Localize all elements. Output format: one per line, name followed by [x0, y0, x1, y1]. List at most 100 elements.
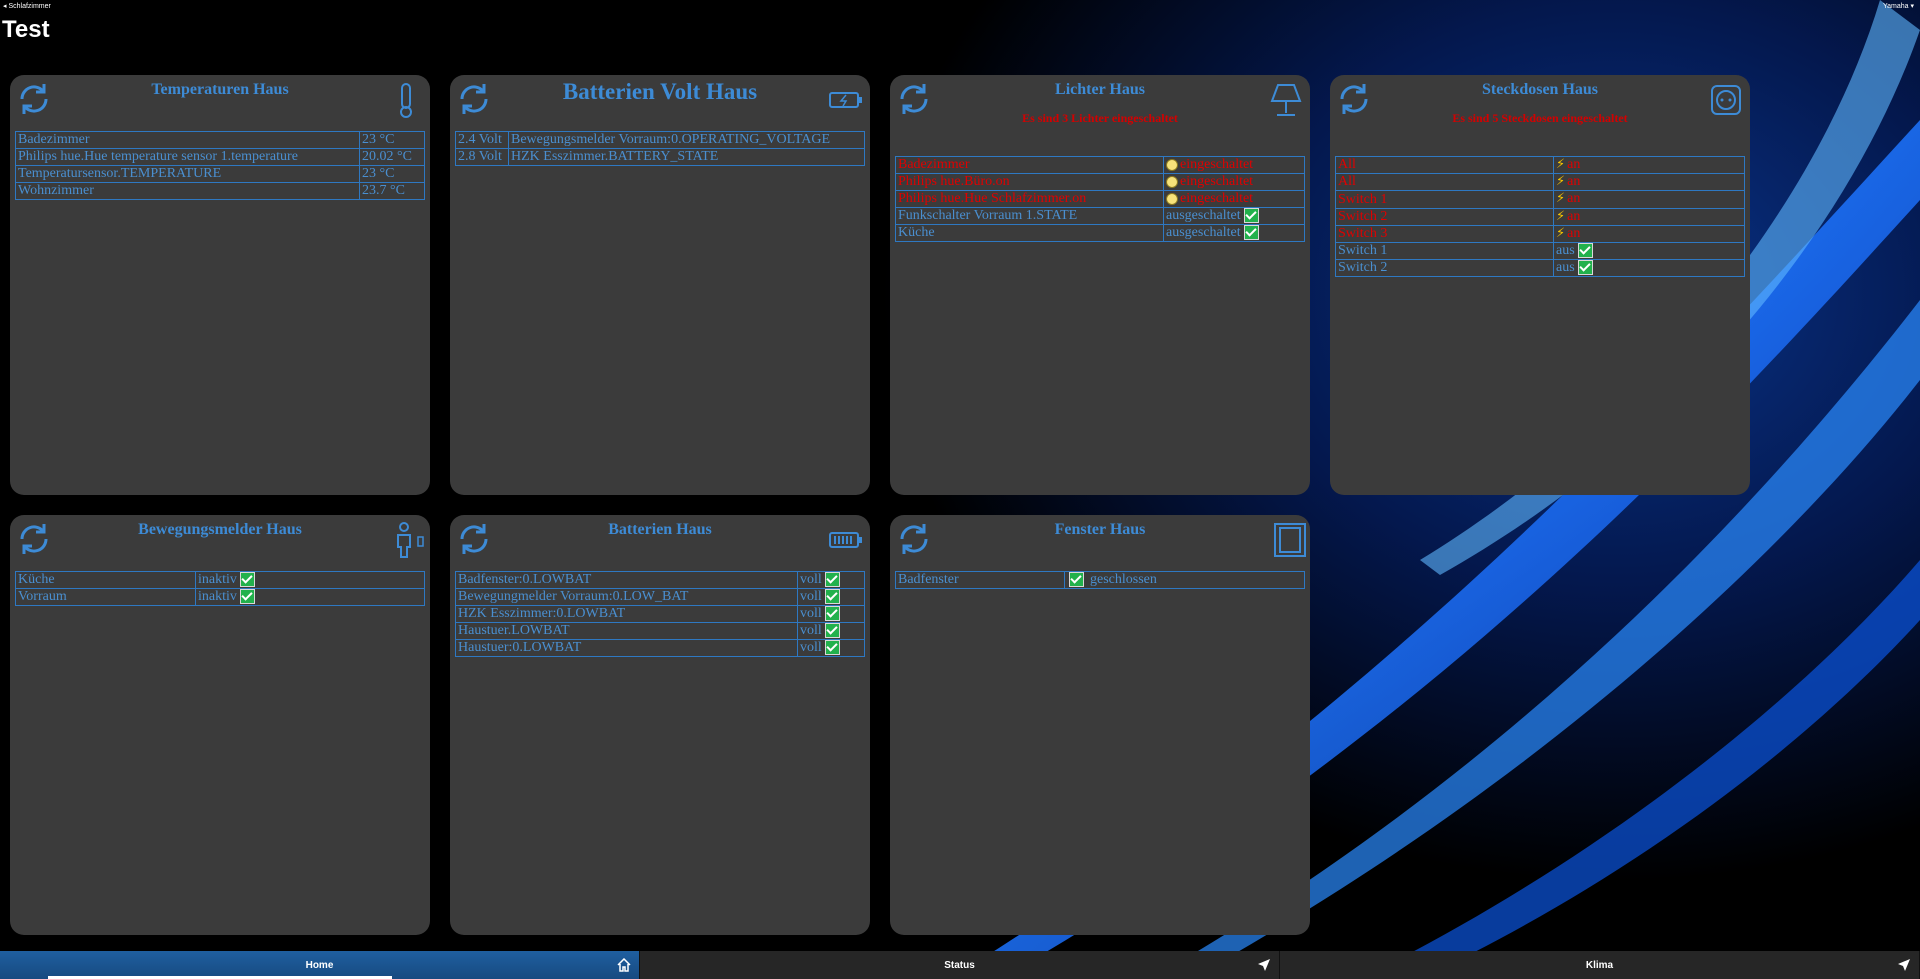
card-title: Batterien Haus: [608, 521, 712, 538]
temperature-value: 23 °C: [359, 131, 425, 149]
light-name: Philips hue.Büro.on: [895, 173, 1164, 191]
checkmark-icon: [824, 640, 840, 656]
table-row: Badezimmer 23 °C: [15, 131, 425, 149]
sensor-name: Wohnzimmer: [15, 182, 360, 200]
nav-tab-status[interactable]: Status: [640, 951, 1280, 979]
motion-sensor-table: Küche inaktiv Vorraum inaktiv: [15, 571, 425, 606]
lamp-icon: [1270, 84, 1302, 116]
state-label: voll: [800, 640, 822, 655]
light-state[interactable]: ausgeschaltet: [1163, 224, 1305, 242]
socket-name: All: [1335, 155, 1554, 175]
sensor-state: inaktiv: [195, 588, 425, 606]
checkmark-icon: [239, 572, 255, 588]
table-row: HZK Esszimmer:0.LOWBAT voll: [455, 605, 865, 623]
motion-sensor-card: Bewegungsmelder Haus Küche inaktiv Vorrau…: [10, 515, 430, 935]
state-label: an: [1567, 208, 1581, 224]
table-row: Badfenster geschlossen: [895, 571, 1305, 589]
nav-tab-klima[interactable]: Klima: [1280, 951, 1920, 979]
state-label: aus: [1556, 260, 1575, 276]
card-title: Batterien Volt Haus: [562, 79, 758, 104]
state-label: voll: [800, 623, 822, 638]
socket-state[interactable]: ⚡ an: [1553, 190, 1745, 209]
table-row: All ⚡ an: [1335, 173, 1745, 192]
voltage-value: 2.8 Volt: [455, 148, 509, 166]
socket-name: Switch 1: [1335, 190, 1554, 209]
temperature-card: Temperaturen Haus Badezimmer 23 °C Philip…: [10, 75, 430, 495]
socket-name: Switch 3: [1335, 224, 1554, 244]
lightning-icon: ⚡: [1556, 174, 1566, 190]
state-label: eingeschaltet: [1180, 191, 1254, 206]
device-name: Bewegungmelder Vorraum:0.LOW_BAT: [455, 588, 798, 606]
lights-card: Lichter Haus Es sind 3 Lichter eingescha…: [890, 75, 1310, 495]
table-row: Badfenster:0.LOWBAT voll: [455, 571, 865, 589]
checkmark-icon: [1577, 260, 1593, 276]
lightbulb-icon: [1166, 175, 1178, 188]
table-row: Philips hue.Büro.on eingeschaltet: [895, 173, 1305, 191]
sensor-name: Temperatursensor.TEMPERATURE: [15, 165, 360, 183]
table-row: Haustuer:0.LOWBAT voll: [455, 639, 865, 657]
checkmark-icon: [1069, 572, 1084, 588]
socket-state[interactable]: ⚡ an: [1553, 155, 1745, 175]
light-name: Funkschalter Vorraum 1.STATE: [895, 207, 1164, 225]
lightbulb-icon: [1166, 192, 1178, 205]
socket-state[interactable]: aus: [1553, 259, 1745, 278]
table-row: Badezimmer eingeschaltet: [895, 156, 1305, 174]
table-row: Küche ausgeschaltet: [895, 224, 1305, 242]
temperature-value: 23 °C: [359, 165, 425, 183]
socket-state[interactable]: ⚡ an: [1553, 207, 1745, 226]
state-label: aus: [1556, 243, 1575, 259]
checkmark-icon: [824, 572, 840, 588]
home-icon: [617, 958, 631, 972]
page-title: Test: [2, 16, 50, 43]
lights-on-warning: Es sind 3 Lichter eingeschaltet: [1022, 111, 1178, 125]
nav-label: Status: [944, 959, 975, 971]
checkmark-icon: [1243, 225, 1259, 241]
battery-table: Badfenster:0.LOWBAT voll Bewegungmelder V…: [455, 571, 865, 657]
lightning-icon: ⚡: [1556, 157, 1566, 172]
card-title: Temperaturen Haus: [151, 81, 289, 98]
checkmark-icon: [824, 606, 840, 622]
thermometer-icon: [400, 83, 412, 118]
socket-name: Switch 2: [1335, 207, 1554, 226]
battery-state: voll: [797, 622, 865, 640]
room-back-link[interactable]: ◂ Schlafzimmer: [3, 2, 51, 10]
socket-state[interactable]: aus: [1553, 242, 1745, 261]
table-row: Philips hue.Hue Schlafzimmer.on eingescha…: [895, 190, 1305, 208]
state-label: voll: [800, 606, 822, 621]
table-row: Bewegungmelder Vorraum:0.LOW_BAT voll: [455, 588, 865, 606]
nav-label: Home: [305, 959, 334, 971]
window-name: Badfenster: [895, 571, 1065, 589]
sockets-on-warning: Es sind 5 Steckdosen eingeschaltet: [1452, 111, 1628, 125]
light-state[interactable]: eingeschaltet: [1163, 190, 1305, 208]
device-name: Bewegungsmelder Vorraum:0.OPERATING_VOLT…: [508, 131, 865, 149]
socket-state[interactable]: ⚡ an: [1553, 173, 1745, 192]
table-row: Switch 2 aus: [1335, 259, 1745, 278]
light-state[interactable]: ausgeschaltet: [1163, 207, 1305, 225]
nav-label: Klima: [1585, 959, 1614, 971]
socket-name: All: [1335, 173, 1554, 192]
checkmark-icon: [239, 589, 255, 605]
sensor-name: Vorraum: [15, 588, 196, 606]
nav-tab-home[interactable]: Home: [0, 951, 640, 979]
sensor-name: Philips hue.Hue temperature sensor 1.tem…: [15, 148, 360, 166]
light-state[interactable]: eingeschaltet: [1163, 173, 1305, 191]
state-label: an: [1567, 157, 1581, 173]
state-label: voll: [800, 589, 822, 604]
state-label: inaktiv: [198, 572, 237, 587]
table-row: 2.4 Volt Bewegungsmelder Vorraum:0.OPERAT…: [455, 131, 865, 149]
battery-state: voll: [797, 588, 865, 606]
window-icon: [1274, 523, 1306, 557]
card-title: Steckdosen Haus: [1481, 81, 1599, 98]
light-state[interactable]: eingeschaltet: [1163, 156, 1305, 174]
state-label: an: [1567, 191, 1581, 207]
battery-state: voll: [797, 571, 865, 589]
table-row: Haustuer.LOWBAT voll: [455, 622, 865, 640]
lights-table: Badezimmer eingeschaltet Philips hue.Büro…: [895, 156, 1305, 242]
device-name: HZK Esszimmer:0.LOWBAT: [455, 605, 798, 623]
socket-state[interactable]: ⚡ an: [1553, 224, 1745, 244]
state-label: inaktiv: [198, 589, 237, 604]
device-name: Haustuer:0.LOWBAT: [455, 639, 798, 657]
table-row: Switch 2 ⚡ an: [1335, 207, 1745, 226]
device-selector[interactable]: Yamaha ▾: [1883, 2, 1914, 10]
table-row: Philips hue.Hue temperature sensor 1.tem…: [15, 148, 425, 166]
